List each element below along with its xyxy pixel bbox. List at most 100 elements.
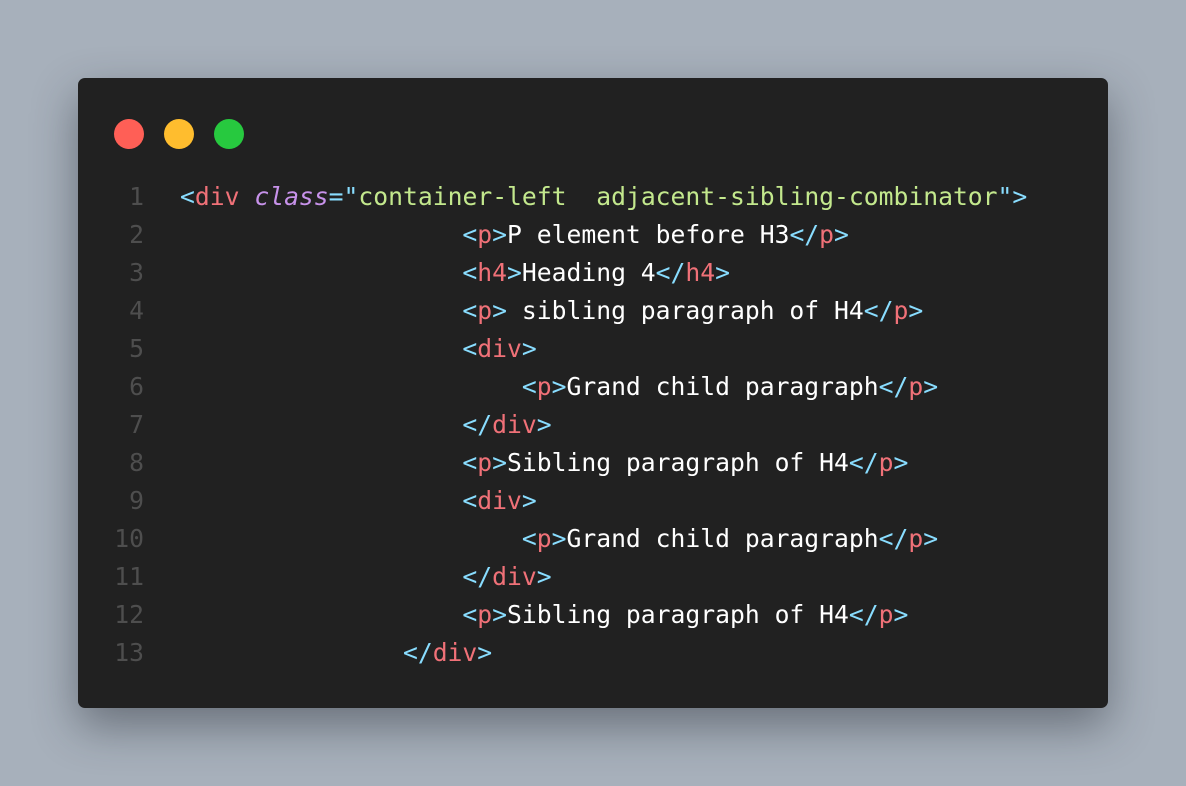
code-line: 11 </div> <box>78 558 1108 596</box>
maximize-dot[interactable] <box>214 119 244 149</box>
code-token-tag: div <box>477 486 522 515</box>
code-token-tag: div <box>432 638 478 667</box>
line-number: 3 <box>129 258 144 287</box>
code-token-punct: </ <box>863 296 894 325</box>
code-line: 8 <p>Sibling paragraph of H4</p> <box>78 444 1108 482</box>
code-line: 4 <p> sibling paragraph of H4</p> <box>78 292 1108 330</box>
code-token-punct: </ <box>848 448 879 477</box>
code-token-punct: > <box>492 296 508 325</box>
code-line: 13 </div> <box>78 634 1108 672</box>
code-content: <p>Grand child paragraph</p> <box>180 368 938 406</box>
code-token-punct: < <box>462 296 478 325</box>
line-number: 13 <box>114 638 144 667</box>
code-token-punct: > <box>536 562 552 591</box>
code-token-punct: < <box>462 486 478 515</box>
code-line: 3 <h4>Heading 4</h4> <box>78 254 1108 292</box>
code-token-punct: > <box>492 600 508 629</box>
code-token-attr: class <box>254 182 329 211</box>
code-line: 10 <p>Grand child paragraph</p> <box>78 520 1108 558</box>
code-content: <div class="container-left adjacent-sibl… <box>180 178 1027 216</box>
code-token-text: Grand child paragraph <box>566 372 879 401</box>
code-token-tag: p <box>893 296 909 325</box>
code-token-tag: div <box>477 334 522 363</box>
line-number: 7 <box>129 410 144 439</box>
code-token-text: Sibling paragraph of H4 <box>507 600 849 629</box>
code-line: 9 <div> <box>78 482 1108 520</box>
code-token-punct: " <box>343 182 359 211</box>
line-number: 6 <box>129 372 144 401</box>
code-token-tag: p <box>536 372 552 401</box>
code-token-punct: > <box>551 524 567 553</box>
code-token-punct: > <box>477 638 493 667</box>
code-token-text: sibling paragraph of H4 <box>507 296 864 325</box>
code-token-punct: = <box>328 182 344 211</box>
code-token-text: Heading 4 <box>521 258 656 287</box>
code-token-tag: p <box>878 448 894 477</box>
code-content: <div> <box>180 330 536 368</box>
code-token-punct: > <box>715 258 731 287</box>
code-token-punct: </ <box>878 524 909 553</box>
code-token-punct: </ <box>462 562 493 591</box>
code-token-tag: div <box>492 410 537 439</box>
line-number: 12 <box>114 600 144 629</box>
code-token-tag: p <box>908 524 924 553</box>
code-token-punct: < <box>462 258 478 287</box>
code-content: </div> <box>180 558 552 596</box>
code-token-punct: > <box>893 600 909 629</box>
code-token-tag: p <box>819 220 835 249</box>
code-line: 12 <p>Sibling paragraph of H4</p> <box>78 596 1108 634</box>
code-content: <h4>Heading 4</h4> <box>180 254 730 292</box>
code-token-punct: </ <box>402 638 433 667</box>
code-line: 1 <div class="container-left adjacent-sib… <box>78 178 1108 216</box>
code-content: <p>Grand child paragraph</p> <box>180 520 938 558</box>
line-number: 1 <box>129 182 144 211</box>
code-line: 6 <p>Grand child paragraph</p> <box>78 368 1108 406</box>
code-token-tag: p <box>477 600 493 629</box>
code-token-punct: > <box>1012 182 1028 211</box>
code-token-tag: p <box>536 524 552 553</box>
code-content: </div> <box>180 406 552 444</box>
code-token-punct: " <box>997 182 1013 211</box>
code-token-tag: div <box>194 182 240 211</box>
code-content: <div> <box>180 482 536 520</box>
code-token-punct: > <box>923 372 939 401</box>
code-token-string: container-left adjacent-sibling-combinat… <box>358 182 998 211</box>
code-token-punct: > <box>923 524 939 553</box>
code-token-tag: p <box>477 448 493 477</box>
close-dot[interactable] <box>114 119 144 149</box>
code-token-punct: > <box>834 220 849 249</box>
line-number: 4 <box>129 296 144 325</box>
code-token-tag: p <box>477 296 493 325</box>
code-block: 1 <div class="container-left adjacent-sib… <box>78 178 1108 672</box>
code-token-punct: < <box>462 448 478 477</box>
code-content: <p> sibling paragraph of H4</p> <box>180 292 923 330</box>
code-token-punct: > <box>507 258 522 287</box>
code-token-punct: > <box>551 372 567 401</box>
code-token-tag: p <box>878 600 894 629</box>
code-token-punct: < <box>521 372 537 401</box>
code-content: <p>Sibling paragraph of H4</p> <box>180 444 908 482</box>
minimize-dot[interactable] <box>164 119 194 149</box>
code-token-text: P element before H3 <box>507 220 790 249</box>
code-window: 1 <div class="container-left adjacent-sib… <box>78 78 1108 708</box>
code-token-punct: </ <box>655 258 686 287</box>
code-token-punct: </ <box>848 600 879 629</box>
code-token-text: Sibling paragraph of H4 <box>507 448 849 477</box>
line-number: 11 <box>114 562 144 591</box>
code-token-punct: > <box>536 410 552 439</box>
code-token-punct: > <box>908 296 924 325</box>
line-number: 8 <box>129 448 144 477</box>
line-number: 5 <box>129 334 144 363</box>
code-token-punct: > <box>492 448 508 477</box>
code-content: </div> <box>180 634 492 672</box>
